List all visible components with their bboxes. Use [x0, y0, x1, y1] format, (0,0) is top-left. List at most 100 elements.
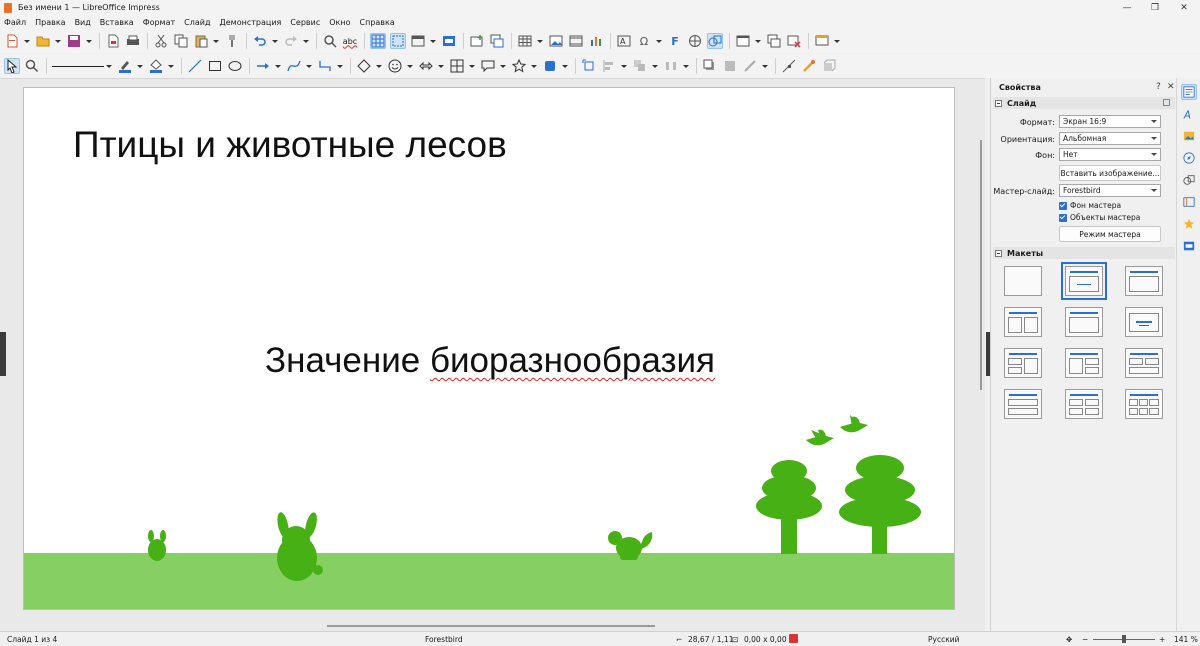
- layout-title-content-stacked[interactable]: [1004, 389, 1042, 419]
- curve-icon[interactable]: [286, 58, 302, 74]
- master-mode-button[interactable]: Режим мастера: [1059, 226, 1161, 242]
- minimize-button[interactable]: —: [1113, 0, 1141, 15]
- layouts-section-header[interactable]: Макеты: [993, 247, 1175, 259]
- menu-help[interactable]: Справка: [360, 18, 395, 27]
- select-pointer-icon[interactable]: [4, 58, 20, 74]
- slide-transition-deck-icon[interactable]: [1181, 194, 1197, 210]
- paste-dropdown[interactable]: [213, 40, 219, 43]
- display-views-icon[interactable]: [410, 33, 426, 49]
- menu-insert[interactable]: Вставка: [100, 18, 134, 27]
- redo-icon[interactable]: [283, 33, 299, 49]
- table-icon[interactable]: [517, 33, 533, 49]
- navigator-deck-icon[interactable]: [1181, 150, 1197, 166]
- sidebar-help-button[interactable]: ?: [1156, 82, 1161, 92]
- layout-title-content-over[interactable]: [1125, 348, 1163, 378]
- line-style-dropdown[interactable]: [106, 65, 112, 68]
- redo-dropdown[interactable]: [303, 40, 309, 43]
- background-select[interactable]: Нет: [1059, 148, 1161, 161]
- vertical-scrollbar[interactable]: [978, 80, 985, 631]
- zoom-pan-icon[interactable]: [24, 58, 40, 74]
- table-dropdown[interactable]: [537, 40, 543, 43]
- points-icon[interactable]: [781, 58, 797, 74]
- styles-deck-icon[interactable]: A: [1181, 106, 1197, 122]
- paste-icon[interactable]: [193, 33, 209, 49]
- lines-dropdown[interactable]: [275, 65, 281, 68]
- delete-slide-icon[interactable]: [786, 33, 802, 49]
- line-color-dropdown[interactable]: [137, 65, 143, 68]
- layout-title-2content[interactable]: [1004, 307, 1042, 337]
- menu-file[interactable]: Файл: [4, 18, 26, 27]
- image-icon[interactable]: [548, 33, 564, 49]
- ellipse-icon[interactable]: [227, 58, 243, 74]
- zoom-slider-knob[interactable]: [1122, 635, 1126, 643]
- open-folder-icon[interactable]: [35, 33, 51, 49]
- fill-color-dropdown[interactable]: [168, 65, 174, 68]
- basic-shapes-dropdown[interactable]: [376, 65, 382, 68]
- layout-title-6-content[interactable]: [1125, 389, 1163, 419]
- insert-image-button[interactable]: Вставить изображение...: [1059, 165, 1161, 181]
- master-slides-deck-icon[interactable]: [1181, 238, 1197, 254]
- line-color-icon[interactable]: [117, 58, 133, 74]
- master-slide-icon[interactable]: [441, 33, 457, 49]
- rectangle-icon[interactable]: [207, 58, 223, 74]
- layout-title-content-2[interactable]: [1004, 348, 1042, 378]
- print-icon[interactable]: [125, 33, 141, 49]
- menu-slideshow[interactable]: Демонстрация: [220, 18, 282, 27]
- distribute-dropdown[interactable]: [683, 65, 689, 68]
- block-arrow-icon[interactable]: [418, 58, 434, 74]
- layout-title-4-content[interactable]: [1065, 389, 1103, 419]
- flowchart-dropdown[interactable]: [469, 65, 475, 68]
- sidebar-close-button[interactable]: ✕: [1167, 82, 1175, 92]
- horizontal-scroll-thumb[interactable]: [327, 625, 655, 627]
- slide-pane-toggle-handle[interactable]: [0, 332, 6, 376]
- export-pdf-icon[interactable]: [105, 33, 121, 49]
- shapes-deck-icon[interactable]: [1181, 172, 1197, 188]
- header-footer-icon[interactable]: [735, 33, 751, 49]
- copy-icon[interactable]: [173, 33, 189, 49]
- open-dropdown[interactable]: [55, 40, 61, 43]
- distribute-icon[interactable]: [663, 58, 679, 74]
- animation-deck-icon[interactable]: [1181, 216, 1197, 232]
- align-icon[interactable]: [601, 58, 617, 74]
- arrange-dropdown[interactable]: [652, 65, 658, 68]
- hyperlink-icon[interactable]: [687, 33, 703, 49]
- document-modified-icon[interactable]: [789, 634, 798, 643]
- new-document-icon[interactable]: [4, 33, 20, 49]
- shadow-icon[interactable]: [702, 58, 718, 74]
- close-window-button[interactable]: ✕: [1170, 0, 1198, 15]
- line-icon[interactable]: [187, 58, 203, 74]
- layout-centered-text[interactable]: [1125, 307, 1163, 337]
- slide-subtitle-text[interactable]: Значение биоразнообразия: [24, 341, 954, 381]
- layout-blank[interactable]: [1004, 266, 1042, 296]
- 3d-dropdown[interactable]: [562, 65, 568, 68]
- gallery-deck-icon[interactable]: [1181, 128, 1197, 144]
- menu-window[interactable]: Окно: [329, 18, 350, 27]
- textbox-icon[interactable]: A: [616, 33, 632, 49]
- vertical-scroll-thumb[interactable]: [980, 140, 982, 390]
- more-options-icon[interactable]: [1163, 99, 1170, 106]
- slideshow-dropdown[interactable]: [834, 40, 840, 43]
- slide-title-text[interactable]: Птицы и животные лесов: [73, 124, 507, 166]
- symbol-shapes-dropdown[interactable]: [407, 65, 413, 68]
- curves-dropdown[interactable]: [306, 65, 312, 68]
- 3d-object-icon[interactable]: [542, 58, 558, 74]
- arrange-icon[interactable]: [632, 58, 648, 74]
- cut-icon[interactable]: [153, 33, 169, 49]
- helplines-icon[interactable]: [390, 33, 406, 49]
- slide-layout-icon[interactable]: [766, 33, 782, 49]
- display-grid-icon[interactable]: [370, 33, 386, 49]
- views-dropdown[interactable]: [430, 40, 436, 43]
- header-dropdown[interactable]: [755, 40, 761, 43]
- connector-icon[interactable]: [317, 58, 333, 74]
- language-indicator[interactable]: Русский: [928, 635, 960, 644]
- slide-work-area[interactable]: Птицы и животные лесов Значение биоразно…: [0, 78, 985, 631]
- special-character-icon[interactable]: Ω: [636, 33, 652, 49]
- properties-deck-icon[interactable]: [1180, 84, 1197, 100]
- master-objects-checkbox[interactable]: Объекты мастера: [1059, 213, 1140, 222]
- callout-icon[interactable]: [480, 58, 496, 74]
- shapes-icon[interactable]: [707, 33, 723, 49]
- zoom-out-button[interactable]: −: [1082, 635, 1088, 644]
- menu-slide[interactable]: Слайд: [184, 18, 210, 27]
- zoom-in-button[interactable]: +: [1159, 635, 1165, 644]
- connectors-dropdown[interactable]: [337, 65, 343, 68]
